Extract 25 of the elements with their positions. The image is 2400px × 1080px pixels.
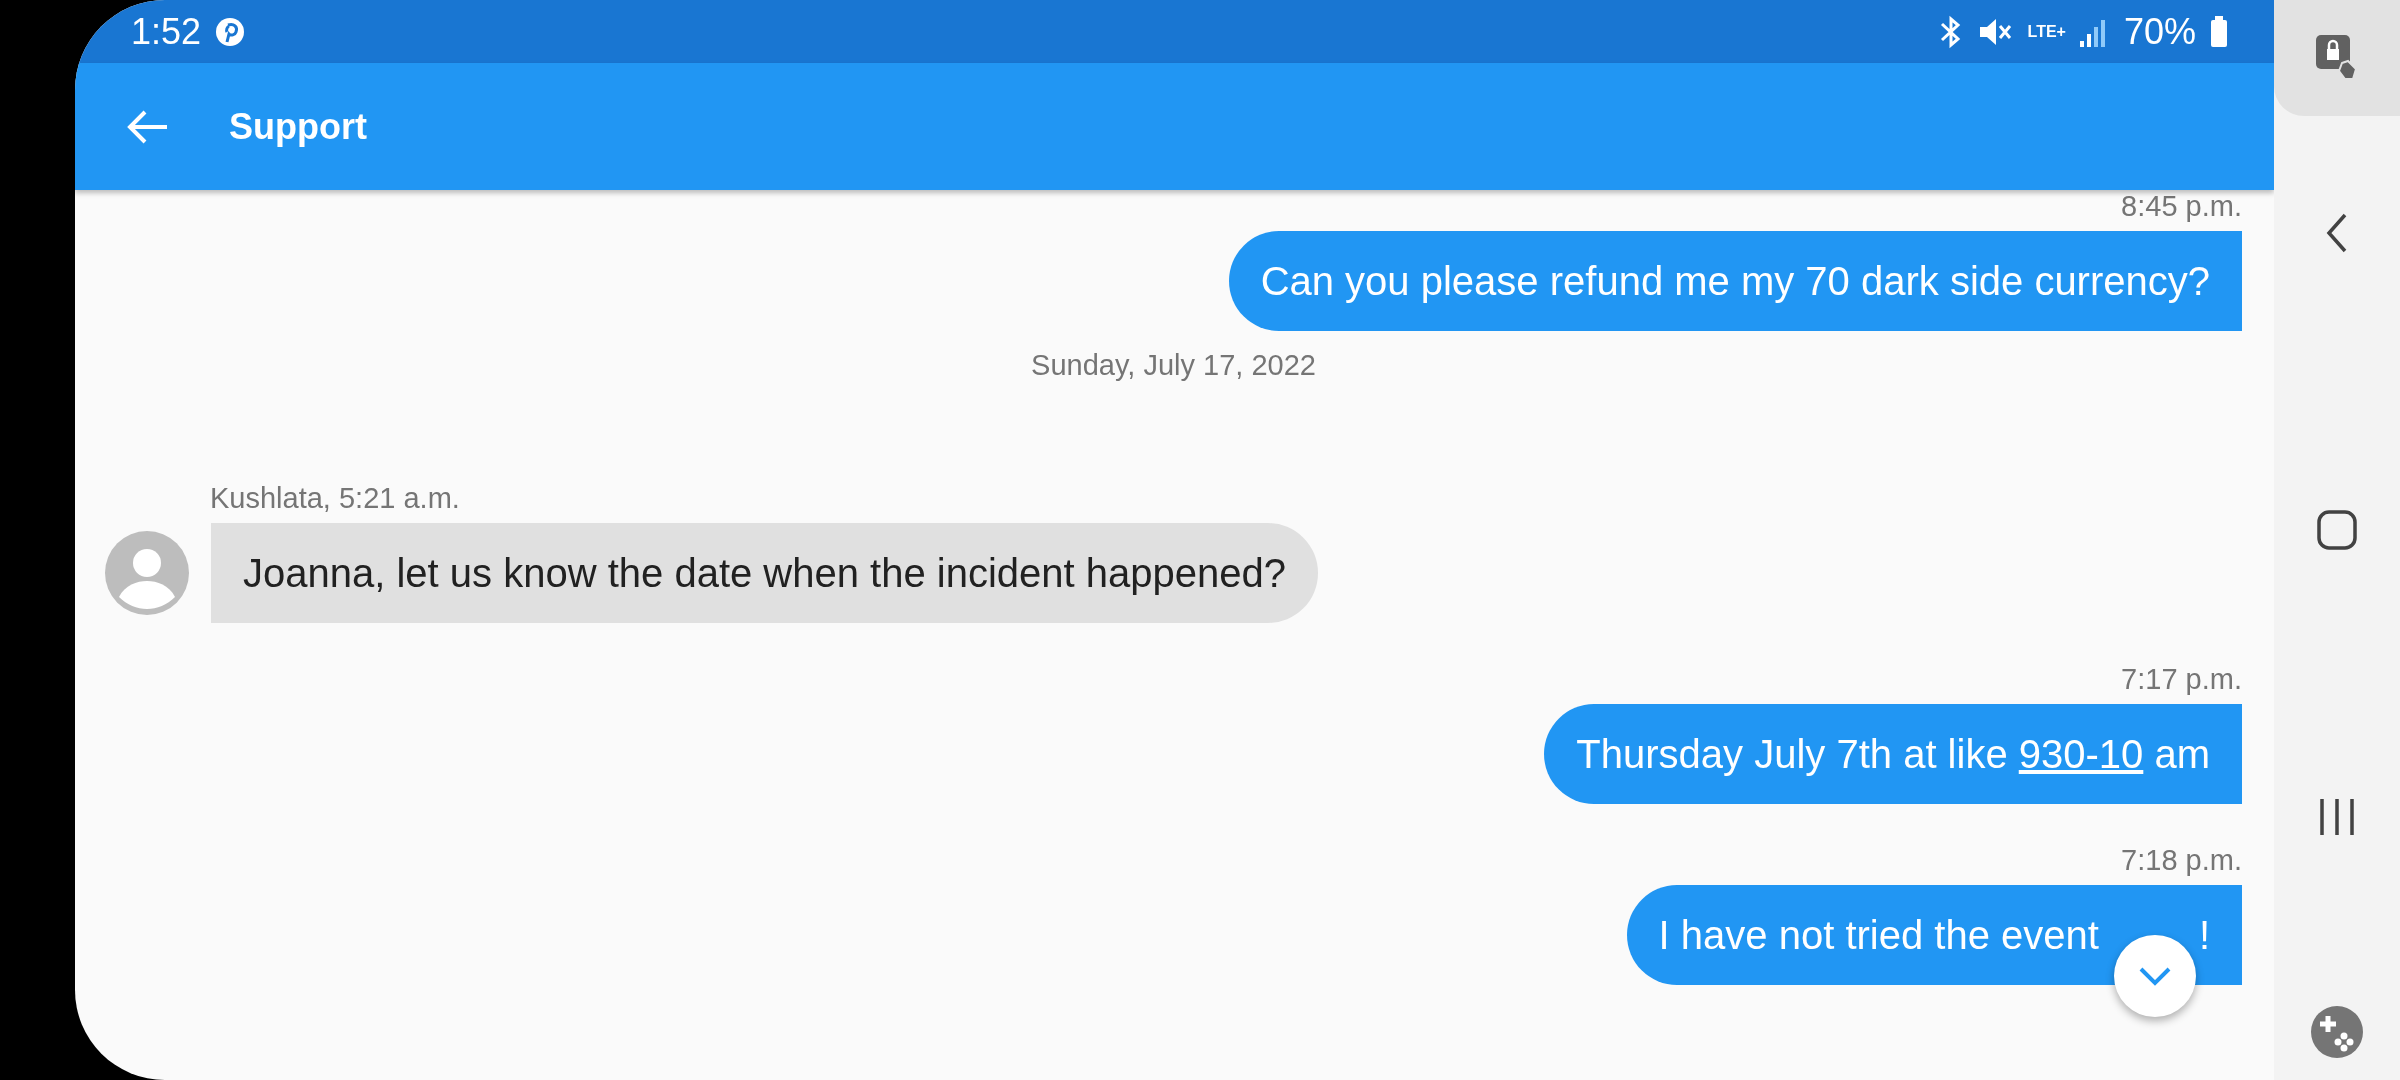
chat-title: Support: [229, 105, 367, 148]
message-time: 7:18 p.m.: [2121, 844, 2242, 877]
message-time: 8:45 p.m.: [2121, 190, 2242, 223]
sent-message: I have not tried the event !: [1626, 885, 2242, 985]
battery-icon: [2210, 15, 2228, 48]
message-time: 7:17 p.m.: [2121, 663, 2242, 696]
sent-message: Can you please refund me my 70 dark side currency?: [1228, 231, 2242, 331]
screen-lock-button[interactable]: [2274, 0, 2400, 116]
date-divider: Sunday, July 17, 2022: [1031, 349, 1316, 382]
sent-message: Thursday July 7th at like 930-10 am: [1544, 704, 2242, 804]
scroll-down-button[interactable]: [2114, 935, 2196, 1017]
clock: 1:52: [131, 10, 202, 53]
back-nav-button[interactable]: [2325, 212, 2349, 254]
chevron-down-icon: [2137, 965, 2173, 987]
pin-icon: [215, 16, 246, 47]
recent-apps-button[interactable]: [2318, 797, 2356, 837]
avatar-icon: [105, 531, 189, 615]
back-button[interactable]: [125, 108, 169, 145]
battery-level: 70%: [2123, 10, 2196, 53]
network-type: LTE+: [2027, 22, 2066, 41]
home-button[interactable]: [2316, 509, 2358, 551]
sender-label: Kushlata, 5:21 a.m.: [210, 482, 461, 515]
phone-link[interactable]: 930-10: [2018, 732, 2144, 776]
game-tools-button[interactable]: [2311, 1006, 2363, 1058]
received-message: Joanna, let us know the date when the incident happened?: [211, 523, 1318, 623]
